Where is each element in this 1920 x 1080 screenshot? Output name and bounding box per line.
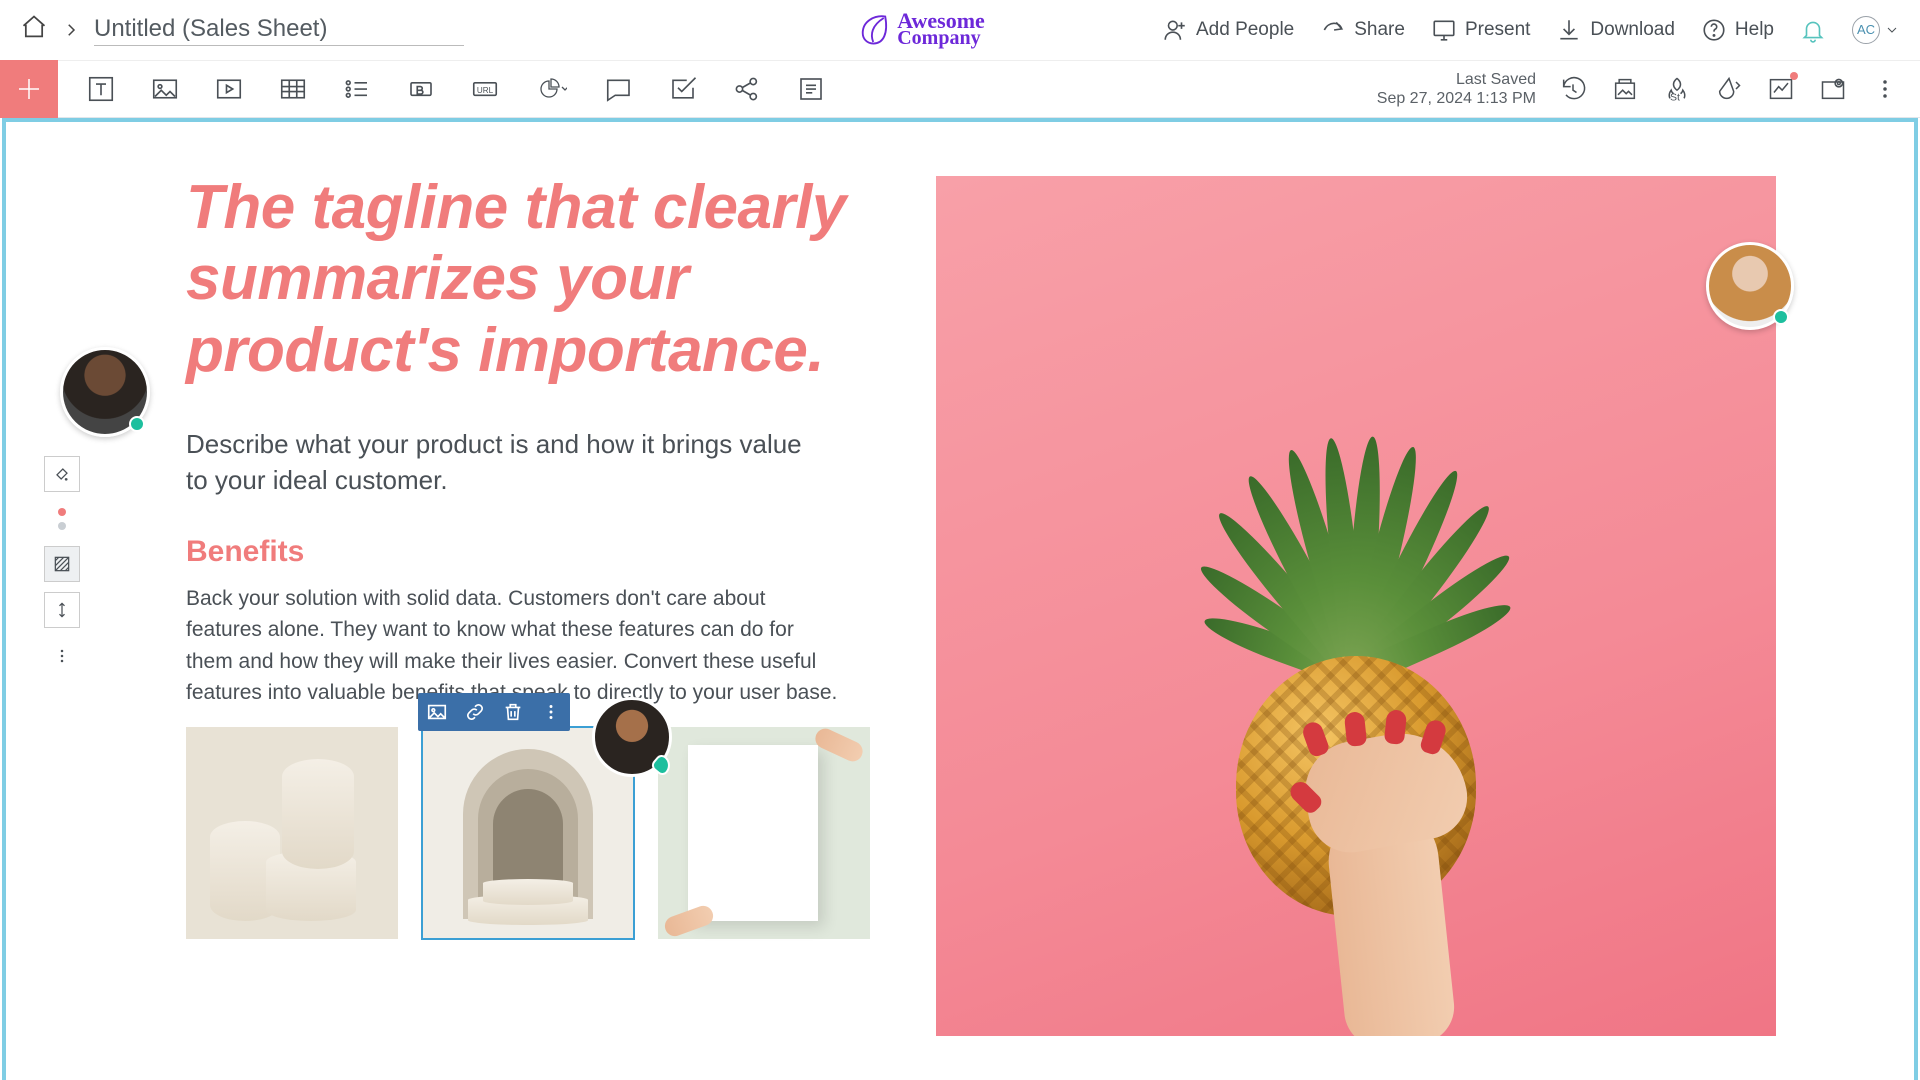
thumbnail-2-selected[interactable] — [422, 727, 634, 939]
description-text[interactable]: Describe what your product is and how it… — [186, 426, 826, 499]
history-button[interactable] — [1558, 74, 1588, 104]
thumbnail-1[interactable] — [186, 727, 398, 939]
collaborator-avatar-3[interactable] — [592, 697, 672, 777]
pineapple-illustration — [1176, 336, 1536, 1036]
last-saved-time: Sep 27, 2024 1:13 PM — [1377, 89, 1536, 108]
download-label: Download — [1590, 19, 1675, 41]
image-row — [186, 727, 886, 939]
app-header: Awesome Company Add People Share Present… — [0, 0, 1920, 60]
link-icon[interactable] — [464, 701, 486, 723]
thumbnail-3[interactable] — [658, 727, 870, 939]
insert-table-button[interactable] — [276, 72, 310, 106]
share-button[interactable]: Share — [1320, 17, 1405, 43]
insert-chart-button[interactable] — [532, 72, 572, 106]
last-saved-label: Last Saved — [1377, 70, 1536, 89]
present-label: Present — [1465, 19, 1530, 41]
insert-share-embed-button[interactable] — [730, 72, 764, 106]
assets-button[interactable] — [1610, 74, 1640, 104]
home-icon[interactable] — [20, 13, 48, 46]
insert-toolbar: URL Last Saved Sep 27, 2024 1:13 PM St — [0, 60, 1920, 118]
collaborator-avatar-2[interactable] — [1706, 242, 1794, 330]
tagline-heading[interactable]: The tagline that clearly summarizes your… — [186, 172, 886, 386]
chevron-down-icon — [1884, 22, 1900, 38]
leaf-icon — [855, 12, 891, 48]
analytics-button[interactable] — [1766, 74, 1796, 104]
insert-form-button[interactable] — [794, 72, 828, 106]
last-saved: Last Saved Sep 27, 2024 1:13 PM — [1377, 70, 1536, 108]
insert-checklist-button[interactable] — [666, 72, 700, 106]
user-avatar: AC — [1852, 16, 1880, 44]
header-actions: Add People Share Present Download Help A… — [1162, 16, 1900, 44]
user-menu[interactable]: AC — [1852, 16, 1900, 44]
insert-text-button[interactable] — [84, 72, 118, 106]
help-label: Help — [1735, 19, 1774, 41]
more-button[interactable] — [1870, 74, 1900, 104]
document-title-input[interactable] — [94, 13, 464, 46]
replace-image-icon[interactable] — [426, 701, 448, 723]
editor-canvas[interactable]: The tagline that clearly summarizes your… — [2, 118, 1918, 1080]
add-people-button[interactable]: Add People — [1162, 17, 1294, 43]
svg-text:URL: URL — [477, 86, 494, 95]
content-left-column: The tagline that clearly summarizes your… — [186, 172, 886, 1036]
benefits-heading[interactable]: Benefits — [186, 535, 886, 569]
notifications-button[interactable] — [1800, 17, 1826, 43]
download-button[interactable]: Download — [1556, 17, 1675, 43]
insert-list-button[interactable] — [340, 72, 374, 106]
theme-button[interactable] — [1714, 74, 1744, 104]
logo-text-2: Company — [897, 30, 985, 47]
svg-text:St: St — [1670, 92, 1680, 103]
insert-callout-button[interactable] — [602, 72, 636, 106]
insert-url-button[interactable]: URL — [468, 72, 502, 106]
breadcrumb — [20, 13, 464, 46]
help-button[interactable]: Help — [1701, 17, 1774, 43]
add-people-label: Add People — [1196, 19, 1294, 41]
chevron-right-icon — [62, 21, 80, 39]
insert-video-button[interactable] — [212, 72, 246, 106]
insert-button-button[interactable] — [404, 72, 438, 106]
delete-icon[interactable] — [502, 701, 524, 723]
insert-image-button[interactable] — [148, 72, 182, 106]
more-icon[interactable] — [540, 701, 562, 723]
benefits-body[interactable]: Back your solution with solid data. Cust… — [186, 583, 846, 709]
present-button[interactable]: Present — [1431, 17, 1530, 43]
image-context-toolbar — [418, 693, 570, 731]
hero-image[interactable] — [936, 176, 1776, 1036]
add-block-button[interactable] — [0, 60, 58, 118]
styles-button[interactable]: St — [1662, 74, 1692, 104]
company-logo: Awesome Company — [855, 12, 985, 48]
settings-button[interactable] — [1818, 74, 1848, 104]
share-label: Share — [1354, 19, 1405, 41]
